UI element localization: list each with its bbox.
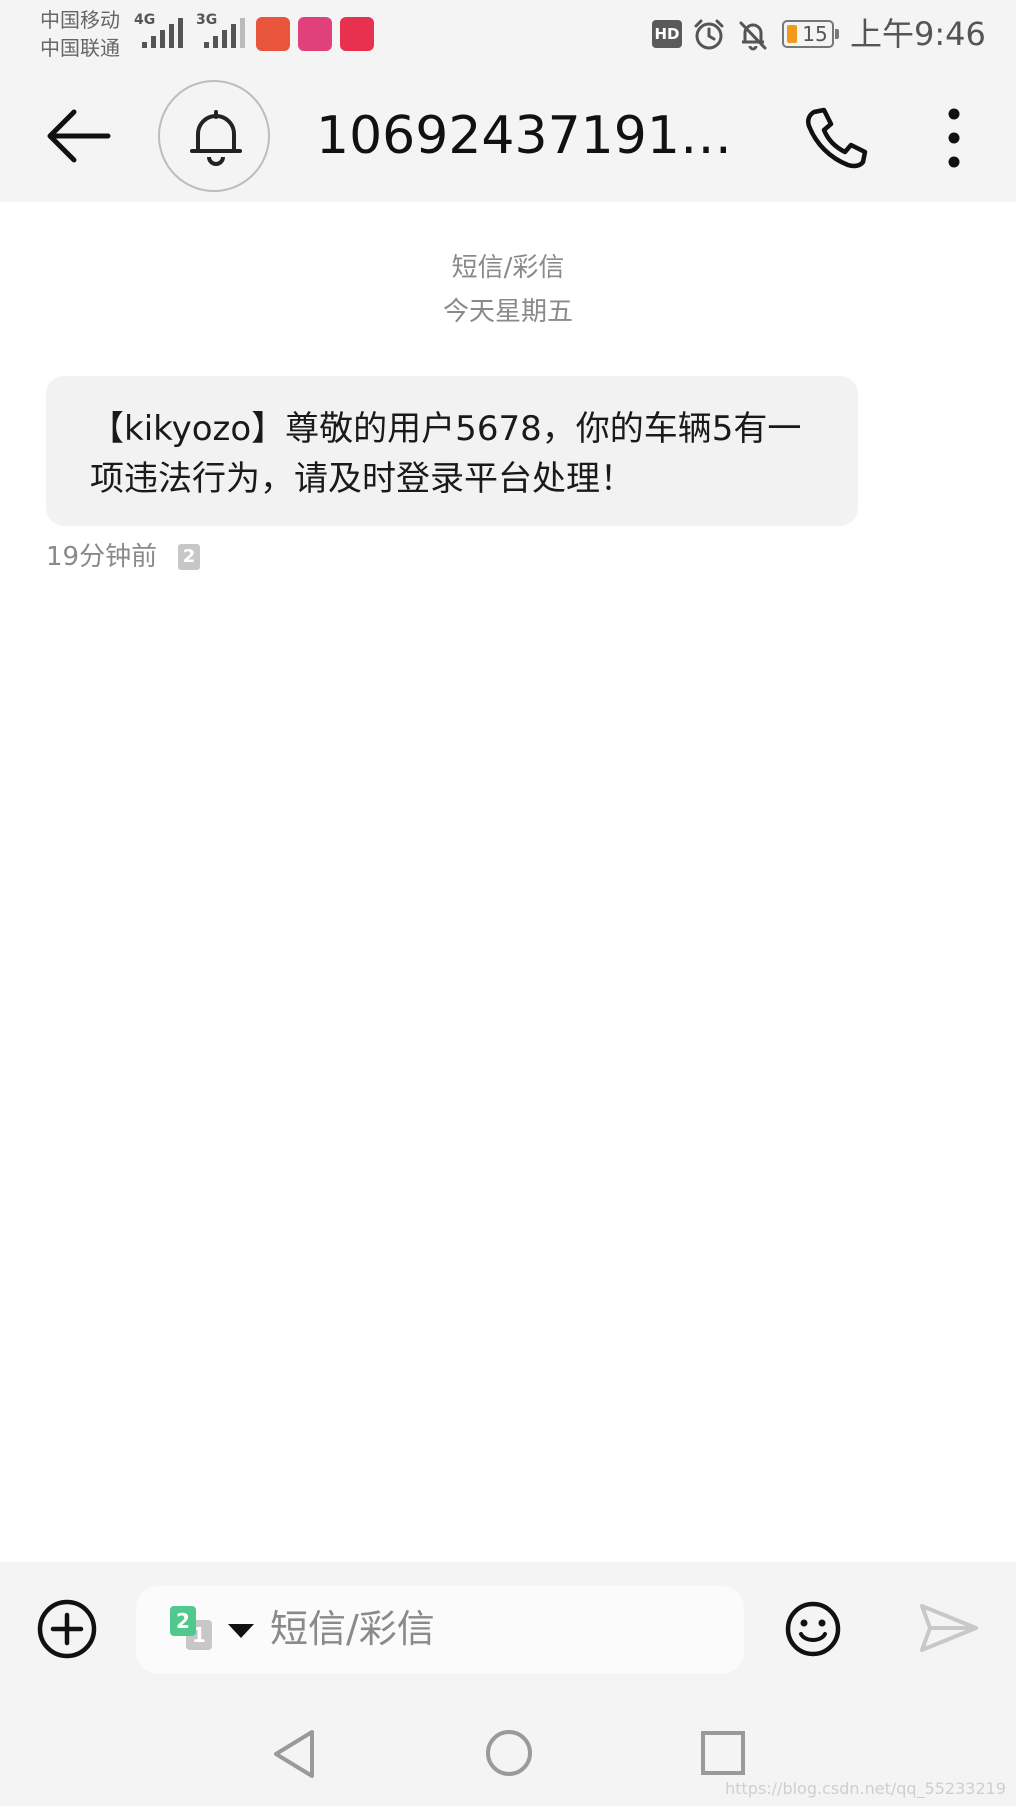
message-input[interactable]: 1 2 短信/彩信 — [136, 1586, 744, 1674]
sim-2-icon: 2 — [170, 1606, 196, 1636]
dropdown-caret-icon — [228, 1624, 254, 1638]
status-bar: 中国移动 中国联通 4G 3G HD 15 上午9:46 — [0, 0, 1016, 70]
date-divider: 今天星期五 — [442, 297, 573, 327]
message-bubble[interactable]: 【kikyozo】尊敬的用户5678，你的车辆5有一项违法行为，请及时登录平台处… — [46, 376, 858, 526]
contact-name[interactable]: 1069243719111085 — [316, 104, 762, 168]
phone-icon[interactable] — [800, 106, 870, 170]
nav-home-icon[interactable] — [484, 1728, 534, 1778]
message-composer: 1 2 短信/彩信 — [0, 1562, 1016, 1702]
battery-indicator: 15 — [782, 20, 839, 48]
conversation-header: 1069243719111085 — [0, 70, 1016, 202]
carrier-1: 中国移动 — [40, 8, 120, 32]
watermark: https://blog.csdn.net/qq_55233219 — [725, 1779, 1006, 1798]
app-notification-icon — [298, 17, 332, 51]
carrier-2: 中国联通 — [40, 36, 120, 60]
more-vertical-icon[interactable] — [936, 106, 972, 170]
status-time: 上午9:46 — [850, 15, 986, 53]
signal-bars-icon — [204, 18, 245, 48]
shopping-bag-icon — [340, 17, 374, 51]
back-arrow-icon[interactable] — [44, 106, 114, 166]
app-notification-icon — [256, 17, 290, 51]
nav-back-icon[interactable] — [270, 1728, 318, 1780]
alarm-icon — [694, 19, 724, 50]
battery-tip — [835, 29, 839, 39]
message-time: 19分钟前 — [46, 542, 158, 572]
message-type-label: 短信/彩信 — [451, 253, 565, 283]
input-placeholder: 短信/彩信 — [270, 1607, 435, 1651]
bell-icon — [190, 110, 242, 166]
contact-avatar[interactable] — [158, 80, 270, 192]
mute-bell-icon — [739, 21, 767, 51]
signal-bars-icon — [142, 18, 183, 48]
add-circle-icon[interactable] — [36, 1598, 98, 1660]
nav-recent-apps-icon[interactable] — [700, 1730, 746, 1776]
emoji-icon[interactable] — [784, 1600, 842, 1658]
hd-icon: HD — [652, 20, 682, 48]
sim-card-icon: 2 — [178, 544, 200, 570]
carrier-labels: 中国移动 中国联通 — [40, 6, 120, 62]
sim-selector[interactable]: 1 2 — [170, 1606, 270, 1656]
system-navigation-bar: https://blog.csdn.net/qq_55233219 — [0, 1702, 1016, 1806]
battery-fill — [787, 25, 797, 43]
battery-level: 15 — [802, 22, 828, 46]
send-icon[interactable] — [918, 1602, 980, 1654]
